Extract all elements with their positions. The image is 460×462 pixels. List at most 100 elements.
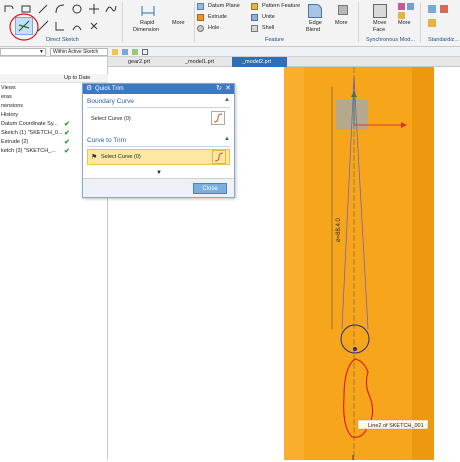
tab-label: _model1.prt — [185, 59, 215, 65]
dialog-title-bar: Quick Trim ⚙ ↻ ✕ — [83, 84, 234, 94]
boundary-curve-section[interactable]: Boundary Curve — [87, 98, 134, 105]
standard-icon-2 — [440, 5, 448, 13]
unite-icon — [251, 14, 258, 21]
quick-trim-dialog: Quick Trim ⚙ ↻ ✕ Boundary Curve ▲ Select… — [82, 83, 235, 198]
checkmark-icon: ✔ — [64, 121, 70, 128]
collapse-icon[interactable]: ▲ — [224, 97, 230, 103]
circle-icon[interactable] — [71, 3, 83, 15]
flag-icon: ⚑ — [91, 154, 98, 161]
pattern-feature-label: Pattern Feature — [262, 3, 301, 9]
separator — [194, 2, 195, 42]
standard-icon-3 — [428, 19, 436, 27]
boundary-curve-icon[interactable] — [211, 111, 225, 125]
checkmark-icon: ✔ — [64, 148, 70, 155]
dimension-text: ø=88.4.0 — [336, 217, 342, 242]
shell-button[interactable]: Shell — [251, 24, 291, 33]
cylinder-shade-right — [412, 67, 434, 460]
unite-button[interactable]: Unite — [251, 13, 291, 22]
navigator-item-label: Datum Coordinate Sy... — [1, 121, 58, 127]
navigator-item-label: Sketch (1) "SKETCH_0... — [1, 130, 63, 136]
more-sync-label: More — [398, 20, 411, 26]
selection-filter-bar: ▼ Within Active Sketch — [0, 47, 460, 57]
edge-blend-button[interactable]: Edge Blend — [303, 3, 329, 37]
sync-icon-3 — [398, 12, 405, 19]
column-up-to-date: Up to Date — [64, 75, 91, 81]
make-corner-icon[interactable] — [54, 20, 66, 32]
sync-icon-2 — [407, 3, 414, 10]
reset-icon[interactable]: ↻ — [216, 84, 222, 94]
extrude-button[interactable]: Extrude — [197, 13, 257, 22]
move-face-label-1: Move — [373, 20, 387, 26]
rapid-dimension-button[interactable]: Rapid Dimension — [128, 3, 168, 37]
more-sketch-label: More — [172, 20, 185, 26]
more-sketch-button[interactable]: More — [170, 3, 192, 37]
point-icon[interactable] — [88, 3, 100, 15]
extrude-label: Extrude — [208, 14, 227, 20]
model-view[interactable]: ø=88.4.0 Line2 of SKETCH_001 — [236, 67, 460, 460]
rapid-dimension-label-1: Rapid — [140, 20, 155, 26]
sync-icon-1 — [398, 3, 405, 10]
edge-blend-label-1: Edge — [309, 20, 322, 26]
section-divider — [87, 107, 230, 108]
expand-more-icon[interactable]: ▼ — [156, 170, 162, 176]
offset-curve-icon[interactable] — [71, 20, 83, 32]
hole-icon — [197, 25, 204, 32]
hole-button[interactable]: Hole — [197, 24, 257, 33]
group-sync-label: Synchronous Mod... — [366, 37, 415, 43]
arc-icon[interactable] — [54, 3, 66, 15]
tab-label: gear2.prt — [128, 59, 151, 65]
move-face-label-2: Face — [373, 27, 386, 33]
scope-filter-label: Within Active Sketch — [53, 49, 99, 55]
quick-extend-icon[interactable] — [37, 20, 49, 32]
datum-plane-button[interactable]: Datum Plane — [197, 2, 257, 11]
navigator-item-label: ketch (3) "SKETCH_... — [1, 148, 56, 154]
navigator-header: Up to Date — [0, 74, 108, 83]
graphics-window[interactable]: ø=88.4.0 Line2 of SKETCH_001 — [236, 67, 460, 460]
close-icon[interactable]: ✕ — [225, 84, 231, 94]
pattern-feature-button[interactable]: Pattern Feature — [251, 2, 307, 11]
rapid-dimension-icon — [141, 6, 155, 16]
trim-select-row[interactable]: ⚑ Select Curve (0) — [87, 149, 230, 165]
close-button-label: Close — [202, 186, 218, 192]
more-feature-label: More — [335, 20, 348, 26]
standardize-icons[interactable] — [426, 3, 456, 33]
pattern-feature-icon — [251, 3, 258, 10]
tab-model1[interactable]: _model1.prt — [175, 57, 230, 67]
boundary-curve-title: Boundary Curve — [87, 98, 134, 105]
more-feature-button[interactable]: More — [333, 3, 355, 37]
separator — [358, 2, 359, 42]
move-face-button[interactable]: Move Face — [368, 3, 394, 37]
cylinder-shade-left — [284, 67, 304, 460]
filter-tools[interactable] — [112, 48, 192, 56]
studio-spline-icon[interactable] — [105, 3, 117, 15]
trim-curve-icon[interactable] — [212, 150, 226, 164]
navigator-item-label: Views — [1, 85, 16, 91]
type-filter-dropdown[interactable]: ▼ — [0, 48, 46, 56]
gear-icon[interactable]: ⚙ — [86, 84, 92, 94]
circle-center-point — [353, 347, 357, 351]
navigator-item-label: Extrude (2) — [1, 139, 29, 145]
scope-filter-dropdown[interactable]: Within Active Sketch — [50, 48, 108, 56]
more-feature-icon — [338, 5, 348, 15]
group-feature-label: Feature — [265, 37, 284, 43]
close-button[interactable]: Close — [193, 183, 227, 194]
curve-to-trim-section[interactable]: Curve to Trim — [87, 137, 126, 144]
group-standard-label: Standardiz... — [428, 37, 459, 43]
chevron-down-icon: ▼ — [39, 49, 44, 55]
navigator-item-label: History — [1, 112, 19, 118]
annotation-circle — [9, 13, 39, 41]
shell-icon — [251, 25, 258, 32]
collapse-icon[interactable]: ▲ — [224, 136, 230, 142]
constraints-icon[interactable] — [88, 20, 100, 32]
tab-gear2[interactable]: gear2.prt — [118, 57, 173, 67]
separator — [122, 2, 123, 42]
boundary-select-row[interactable]: Select Curve (0) — [87, 116, 131, 122]
checkmark-icon: ✔ — [64, 139, 70, 146]
boundary-select-label: Select Curve (0) — [91, 116, 131, 122]
filter-icon — [112, 49, 118, 55]
dialog-title: Quick Trim — [95, 86, 124, 92]
more-sync-button[interactable]: More — [396, 3, 418, 37]
shell-label: Shell — [262, 25, 275, 31]
datum-plane-label: Datum Plane — [208, 3, 240, 9]
tab-model2[interactable]: _model2.prt — [232, 57, 287, 67]
